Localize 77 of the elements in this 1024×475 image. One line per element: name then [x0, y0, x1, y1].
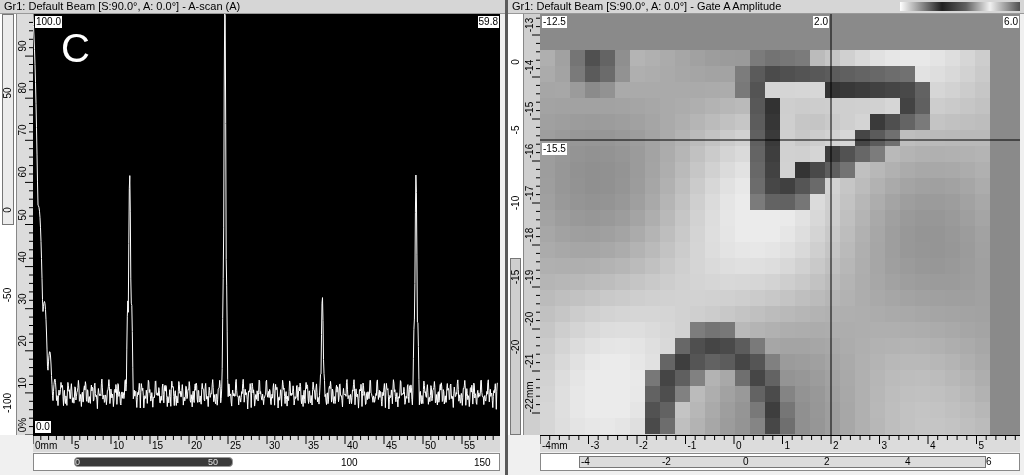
cursor-line[interactable] [540, 139, 1020, 141]
axis-label: 50 [208, 458, 218, 467]
axis-label: 25 [230, 441, 242, 451]
axis-label: 0mm [35, 441, 58, 451]
axis-label: -1 [687, 441, 697, 451]
axis-label: -14 [525, 59, 535, 75]
axis-label: -13 [525, 17, 535, 33]
axis-label: 0 [511, 59, 521, 65]
axis-label: 5 [978, 441, 985, 451]
axis-label: 30 [269, 441, 281, 451]
axis-label: 45 [386, 441, 398, 451]
range-slider[interactable] [2, 14, 14, 225]
panel-title: Gr1: Default Beam [S:90.0°, A: 0.0°] - Gate A Amplitude [512, 1, 782, 12]
scroll-thumb[interactable] [74, 457, 233, 467]
axis-label: 30 [18, 293, 28, 305]
range-slider[interactable] [510, 258, 521, 435]
axis-label: 80 [18, 82, 28, 94]
axis-label: 150 [474, 458, 491, 468]
axis-label: -10 [511, 195, 521, 211]
axis-label: 6 [986, 457, 992, 467]
cursor-value: 0.0 [35, 421, 51, 433]
axis-label: 3 [881, 441, 888, 451]
axis-label: -2 [662, 457, 671, 467]
axis-label: 20 [18, 335, 28, 347]
axis-label: 35 [308, 441, 320, 451]
cursor-value: 2.0 [813, 16, 829, 28]
axis-label: -100 [3, 393, 13, 413]
axis-label: -21 [525, 353, 535, 369]
scroll-thumb[interactable] [579, 456, 986, 468]
axis-label: -15 [525, 101, 535, 117]
cursor-value: -15.5 [542, 143, 567, 155]
cursor-value: 100.0 [35, 16, 63, 28]
axis-label: 50 [18, 208, 28, 221]
cursor-line[interactable] [830, 14, 832, 435]
axis-label: 1 [784, 441, 791, 451]
axis-label: -20 [511, 339, 521, 355]
axis-label: -5 [511, 125, 521, 135]
cursor-value: -12.5 [542, 16, 567, 28]
axis-label: 0% [18, 417, 28, 433]
axis-label: 5 [74, 441, 80, 451]
axis-label: 0 [743, 457, 749, 467]
axis-label: 40 [18, 251, 28, 263]
axis-label: 40 [347, 441, 359, 451]
axis-label: 50 [425, 441, 437, 451]
axis-label: 15 [152, 441, 164, 451]
panel-title: Gr1: Default Beam [S:90.0°, A: 0.0°] - A-scan (A) [4, 1, 241, 12]
axis-label: 0 [736, 441, 742, 451]
axis-label: 55 [464, 441, 476, 451]
axis-label: 60 [18, 166, 28, 178]
axis-label: 2 [833, 441, 839, 451]
axis-label: 50 [3, 87, 13, 99]
cursor-value: 6.0 [1003, 16, 1019, 28]
axis-label: -17 [525, 185, 535, 201]
axis-label: -22mm [525, 381, 535, 413]
axis-label: 4 [930, 441, 936, 451]
axis-label: 0 [75, 458, 80, 467]
axis-label: 0 [3, 207, 13, 213]
axis-label: -15 [511, 269, 521, 285]
axis-label: 90 [18, 40, 28, 52]
axis-label: 100 [341, 458, 358, 468]
axis-label: -16 [525, 143, 535, 159]
axis-label: -19 [525, 269, 535, 285]
axis-label: 70 [18, 124, 28, 136]
axis-label: 4 [905, 457, 911, 467]
axis-label: -20 [525, 311, 535, 327]
axis-label: 2 [824, 457, 830, 467]
axis-label: -2 [639, 441, 648, 451]
axis-label: -4 [581, 457, 590, 467]
axis-label: -4mm [542, 441, 568, 451]
axis-label: -50 [3, 287, 13, 303]
axis-label: -3 [590, 441, 600, 451]
cursor-value: 59.8 [477, 16, 499, 28]
axis-label: 10 [113, 441, 125, 451]
axis-label: 10 [18, 377, 28, 389]
axis-label: 20 [191, 441, 203, 451]
axis-label: -18 [525, 227, 535, 243]
marker-letter: C [61, 28, 90, 68]
